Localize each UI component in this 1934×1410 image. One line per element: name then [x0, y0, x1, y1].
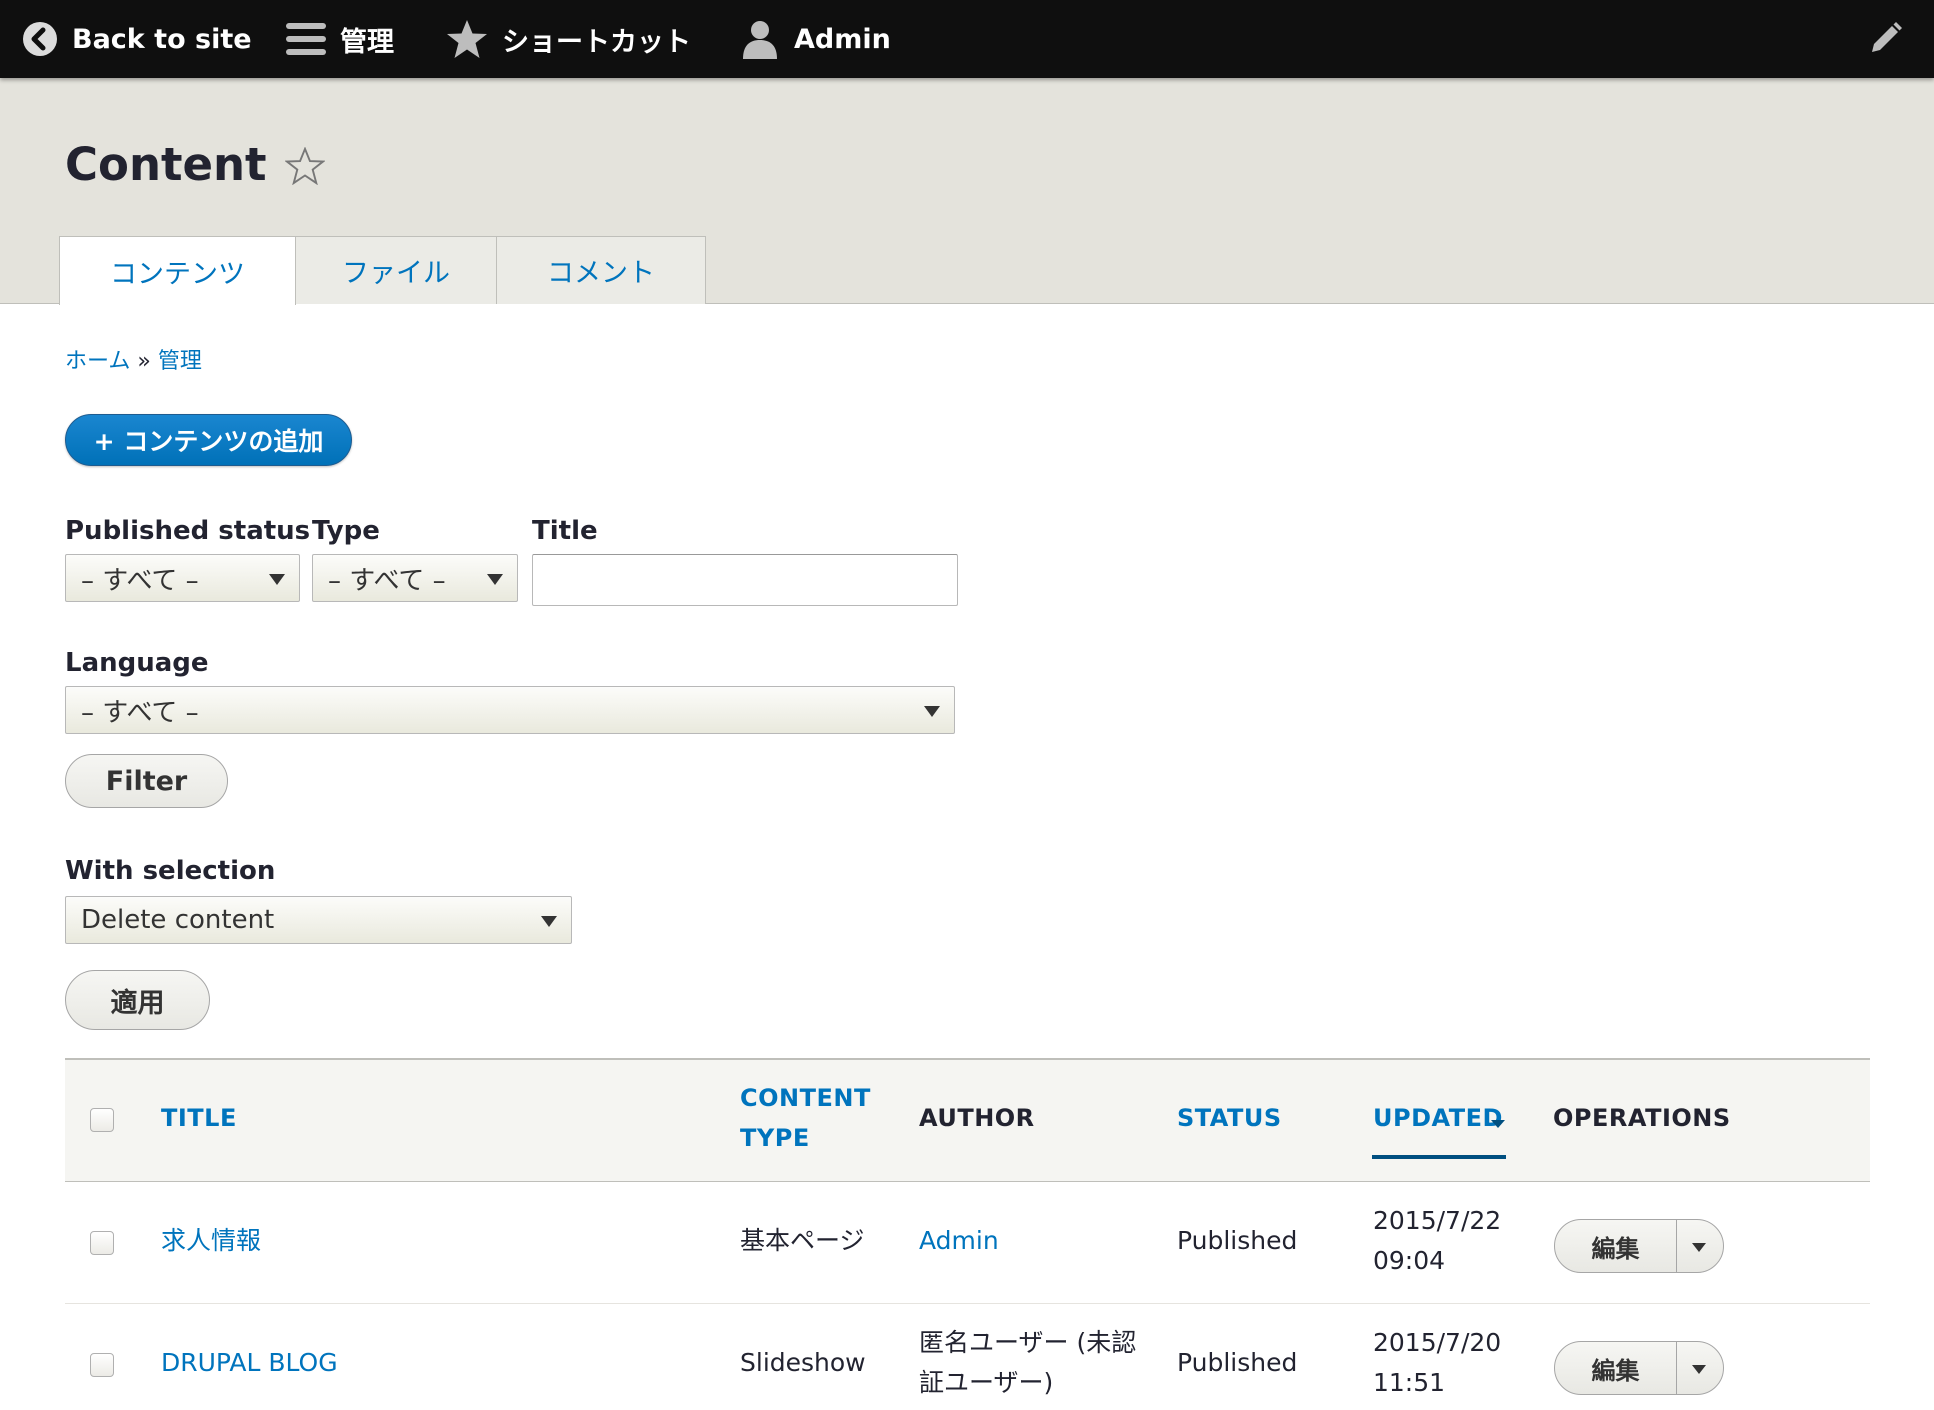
column-header-author: AUTHOR: [919, 1104, 1035, 1132]
dropdown-arrow-icon: [269, 574, 285, 585]
row-author-line1: 匿名ユーザー (未認: [919, 1328, 1137, 1357]
operations-toggle-icon[interactable]: [1677, 1342, 1723, 1394]
operations-dropbutton: 編集: [1554, 1219, 1724, 1273]
row-content-type: 基本ページ: [740, 1226, 865, 1255]
manage-menu-tab[interactable]: 管理: [286, 0, 394, 78]
type-value: – すべて –: [328, 565, 446, 596]
row-updated-time: 11:51: [1373, 1368, 1446, 1397]
row-checkbox[interactable]: [90, 1231, 114, 1255]
shortcuts-label: ショートカット: [502, 26, 691, 58]
shortcuts-tab[interactable]: ショートカット: [446, 0, 691, 78]
filter-button[interactable]: Filter: [65, 754, 228, 808]
user-icon: [743, 21, 777, 59]
dropdown-arrow-icon: [541, 916, 557, 927]
operations-dropbutton: 編集: [1554, 1341, 1724, 1395]
language-value: – すべて –: [81, 697, 199, 728]
column-header-operations: OPERATIONS: [1553, 1104, 1731, 1132]
back-to-site-label: Back to site: [72, 23, 252, 55]
breadcrumb: ホーム » 管理: [65, 343, 202, 375]
row-updated-date: 2015/7/20: [1373, 1328, 1502, 1357]
row-content-type: Slideshow: [740, 1348, 866, 1377]
row-checkbox[interactable]: [90, 1353, 114, 1377]
column-header-content-type-line1[interactable]: CONTENT: [740, 1084, 871, 1112]
sort-desc-icon: [1491, 1120, 1505, 1128]
row-updated-time: 09:04: [1373, 1246, 1446, 1275]
with-selection-label: With selection: [65, 856, 276, 886]
active-sort-indicator: [1372, 1155, 1506, 1159]
user-menu-tab[interactable]: Admin: [740, 0, 891, 78]
page-title: Content: [65, 138, 325, 191]
title-label: Title: [532, 516, 598, 546]
row-title-link[interactable]: 求人情報: [161, 1221, 261, 1261]
column-header-updated[interactable]: UPDATED: [1373, 1104, 1503, 1132]
primary-tabs: コンテンツ ファイル コメント: [59, 236, 706, 305]
row-status: Published: [1177, 1348, 1298, 1377]
bulk-action-value: Delete content: [81, 905, 275, 935]
column-header-status[interactable]: STATUS: [1177, 1104, 1282, 1132]
back-arrow-icon: [23, 22, 57, 56]
breadcrumb-separator: »: [137, 349, 151, 374]
breadcrumb-admin-link[interactable]: 管理: [158, 349, 202, 374]
admin-toolbar: Back to site 管理 ショートカット Admin: [0, 0, 1934, 78]
star-icon: [447, 20, 487, 58]
dropdown-arrow-icon: [924, 706, 940, 717]
select-all-checkbox[interactable]: [90, 1108, 114, 1132]
breadcrumb-home-link[interactable]: ホーム: [65, 349, 130, 374]
published-status-value: – すべて –: [81, 565, 199, 596]
column-header-content-type-line2[interactable]: TYPE: [740, 1124, 810, 1152]
user-label: Admin: [794, 23, 891, 55]
hamburger-menu-icon: [286, 23, 326, 55]
type-select[interactable]: – すべて –: [312, 554, 518, 602]
bulk-action-select[interactable]: Delete content: [65, 896, 572, 944]
operations-toggle-icon[interactable]: [1677, 1220, 1723, 1272]
language-label: Language: [65, 648, 209, 678]
language-select[interactable]: – すべて –: [65, 686, 955, 734]
title-input[interactable]: [532, 554, 958, 606]
edit-button[interactable]: 編集: [1555, 1342, 1677, 1394]
shortcut-star-icon[interactable]: [284, 146, 325, 185]
published-status-label: Published status: [65, 516, 311, 546]
edit-button[interactable]: 編集: [1555, 1220, 1677, 1272]
apply-button[interactable]: 適用: [65, 970, 210, 1030]
page-title-text: Content: [65, 138, 267, 191]
tab-content[interactable]: コンテンツ: [59, 236, 296, 305]
row-title-link[interactable]: DRUPAL BLOG: [161, 1343, 338, 1383]
tab-comments[interactable]: コメント: [496, 236, 706, 304]
add-content-button[interactable]: + コンテンツの追加: [65, 414, 352, 466]
row-status: Published: [1177, 1226, 1298, 1255]
column-header-title[interactable]: TITLE: [161, 1104, 237, 1132]
type-label: Type: [312, 516, 380, 546]
tab-files[interactable]: ファイル: [295, 236, 497, 304]
row-author-link[interactable]: Admin: [919, 1221, 999, 1261]
row-updated-date: 2015/7/22: [1373, 1206, 1502, 1235]
back-to-site-link[interactable]: Back to site: [22, 0, 252, 78]
dropdown-arrow-icon: [487, 574, 503, 585]
pencil-edit-icon[interactable]: [1866, 20, 1904, 58]
published-status-select[interactable]: – すべて –: [65, 554, 300, 602]
manage-label: 管理: [340, 26, 394, 58]
row-author-line2: 証ユーザー): [919, 1368, 1054, 1397]
page-header: Content コンテンツ ファイル コメント: [0, 78, 1934, 305]
